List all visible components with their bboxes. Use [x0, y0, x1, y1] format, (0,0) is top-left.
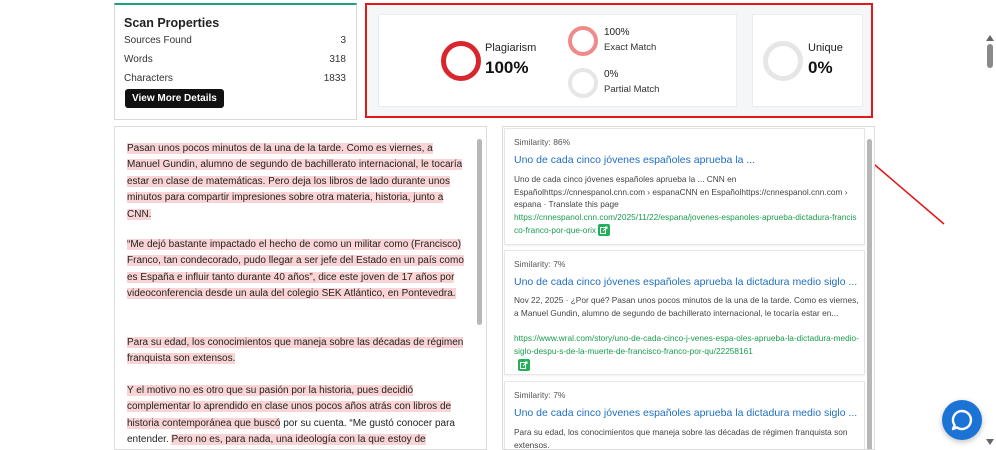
scan-row-label: Words: [124, 54, 153, 65]
scan-row-value: 318: [329, 54, 346, 65]
scan-row-label: Sources Found: [124, 35, 192, 46]
source-title-link[interactable]: Uno de cada cinco jóvenes españoles apru…: [514, 407, 857, 419]
source-similarity: Similarity: 86%: [514, 137, 571, 147]
source-card-3[interactable]: Similarity: 7% Uno de cada cinco jóvenes…: [504, 381, 865, 450]
text-scrollbar-thumb[interactable]: [477, 139, 482, 325]
source-card-2[interactable]: Similarity: 7% Uno de cada cinco jóvenes…: [504, 250, 865, 375]
scan-row-label: Characters: [124, 73, 173, 84]
scan-row-characters: Characters 1833: [124, 73, 346, 84]
scan-row-words: Words 318: [124, 54, 346, 65]
paragraph-1: Pasan unos pocos minutos de la una de la…: [127, 141, 467, 223]
source-snippet: Uno de cada cinco jóvenes españoles apru…: [514, 174, 848, 210]
highlighted-text: Pero no es, para nada, una ideología con…: [171, 434, 426, 446]
scan-properties-title: Scan Properties: [124, 16, 220, 30]
source-card-1[interactable]: Similarity: 86% Uno de cada cinco jóvene…: [504, 128, 865, 245]
document-text-panel[interactable]: Pasan unos pocos minutos de la una de la…: [114, 126, 487, 450]
scan-properties-card: Scan Properties Sources Found 3 Words 31…: [114, 3, 357, 120]
source-title-link[interactable]: Uno de cada cinco jóvenes españoles apru…: [514, 276, 857, 288]
annotation-box: [365, 3, 873, 118]
highlighted-text: “Me dejó bastante impactado el hecho de …: [127, 239, 464, 300]
scan-row-value: 1833: [323, 73, 346, 84]
source-similarity: Similarity: 7%: [514, 390, 566, 400]
source-url[interactable]: https://www.wral.com/story/uno-de-cada-c…: [514, 332, 859, 372]
sources-panel[interactable]: Similarity: 86% Uno de cada cinco jóvene…: [502, 126, 875, 450]
external-link-icon[interactable]: [518, 359, 530, 372]
source-url[interactable]: https://cnnespanol.cnn.com/2025/11/22/es…: [514, 211, 859, 237]
source-url-text[interactable]: https://www.wral.com/story/uno-de-cada-c…: [514, 333, 859, 356]
paragraph-3: Para su edad, los conocimientos que mane…: [127, 335, 467, 368]
scan-row-value: 3: [340, 35, 346, 46]
source-url-text[interactable]: https://cnnespanol.cnn.com/2025/11/22/es…: [514, 212, 857, 235]
chat-bubble-icon: [951, 409, 973, 431]
source-title-link[interactable]: Uno de cada cinco jóvenes españoles apru…: [514, 154, 755, 166]
scroll-up-arrow-icon[interactable]: [985, 34, 995, 42]
page-scrollbar-thumb[interactable]: [987, 44, 993, 68]
chat-support-button[interactable]: [942, 400, 982, 440]
external-link-icon[interactable]: [598, 224, 611, 237]
view-more-details-button[interactable]: View More Details: [125, 89, 224, 108]
source-similarity: Similarity: 7%: [514, 259, 566, 269]
source-snippet: Nov 22, 2025 · ¿Por qué? Pasan unos poco…: [514, 295, 859, 318]
paragraph-2: “Me dejó bastante impactado el hecho de …: [127, 237, 467, 303]
scroll-down-arrow-icon[interactable]: [985, 438, 995, 446]
highlighted-text: Para su edad, los conocimientos que mane…: [127, 337, 464, 365]
sources-scrollbar-thumb[interactable]: [867, 139, 872, 449]
scan-row-sources: Sources Found 3: [124, 35, 346, 46]
source-snippet: Para su edad, los conocimientos que mane…: [514, 427, 848, 450]
highlighted-text: Pasan unos pocos minutos de la una de la…: [127, 143, 463, 220]
paragraph-4: Y el motivo no es otro que su pasión por…: [127, 383, 467, 449]
